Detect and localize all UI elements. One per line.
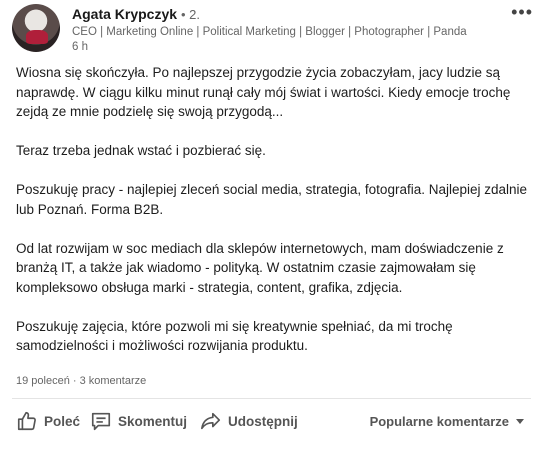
share-arrow-icon [201, 412, 221, 430]
like-button[interactable]: Poleć [16, 403, 80, 439]
author-headline: CEO | Marketing Online | Political Marke… [72, 26, 467, 38]
post-paragraph: Poszukuję zajęcia, które pozwoli mi się … [16, 318, 453, 354]
post-header: Agata Krypczyk • 2. CEO | Marketing Onli… [12, 2, 533, 56]
sort-label: Popularne komentarze [369, 413, 509, 429]
author-line: Agata Krypczyk • 2. [72, 6, 200, 22]
action-bar: Poleć Skomentuj Udostępnij Popularne kom… [12, 403, 533, 439]
thumbs-up-icon [17, 411, 36, 431]
author-avatar[interactable] [12, 4, 60, 52]
share-label: Udostępnij [228, 413, 298, 429]
comment-sort-dropdown[interactable]: Popularne komentarze [370, 403, 525, 439]
post-paragraph: Poszukuję pracy - najlepiej zleceń socia… [16, 182, 528, 217]
share-button[interactable]: Udostępnij [200, 403, 298, 439]
divider [12, 398, 531, 399]
comment-label: Skomentuj [118, 413, 188, 429]
caret-down-icon [516, 419, 524, 424]
comment-button[interactable]: Skomentuj [90, 403, 187, 439]
more-dots-icon[interactable]: ••• [511, 2, 533, 23]
post-time: 6 h [72, 41, 88, 53]
post-paragraph: Od lat rozwijam w soc mediach dla sklepó… [16, 240, 504, 295]
like-label: Poleć [44, 413, 81, 429]
post-body: Wiosna się skończyła. Po najlepszej przy… [16, 63, 528, 375]
connection-degree: • 2. [180, 7, 200, 22]
comment-icon [91, 412, 111, 431]
author-name[interactable]: Agata Krypczyk [72, 6, 177, 22]
post-paragraph: Teraz trzeba jednak wstać i pozbierać si… [16, 143, 266, 158]
social-counts[interactable]: 19 poleceń · 3 komentarze [16, 375, 146, 387]
post-paragraph: Wiosna się skończyła. Po najlepszej przy… [16, 65, 511, 119]
